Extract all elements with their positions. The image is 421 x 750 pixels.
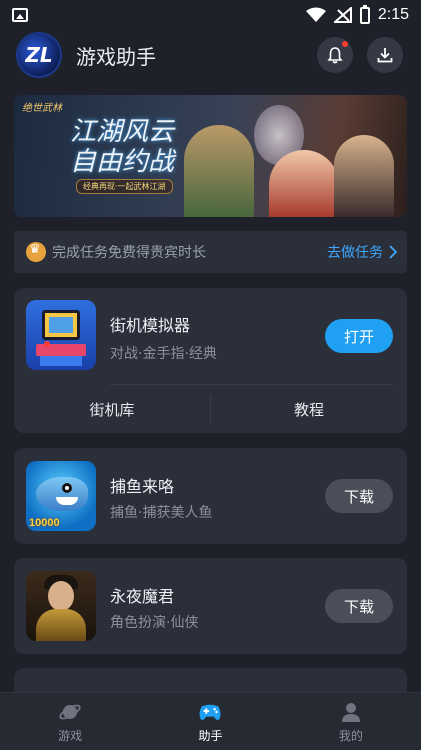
vip-task-bar[interactable]: 完成任务免费得贵宾时长 去做任务 xyxy=(14,231,407,273)
nav-label: 我的 xyxy=(338,729,363,743)
bell-icon xyxy=(327,47,343,64)
chevron-right-icon xyxy=(389,245,397,259)
signal-icon xyxy=(333,7,352,23)
tutorial-tab[interactable]: 教程 xyxy=(211,399,407,420)
app-logo: ZL xyxy=(18,34,60,76)
download-icon xyxy=(377,48,393,63)
downloads-button[interactable] xyxy=(367,37,403,73)
arcade-library-tab[interactable]: 街机库 xyxy=(14,399,210,420)
banner-character-4 xyxy=(334,135,394,217)
wifi-icon xyxy=(305,7,326,22)
bottom-navigation: 游戏 助手 我的 xyxy=(0,692,421,750)
do-task-link[interactable]: 去做任务 xyxy=(327,242,397,262)
banner-character-3 xyxy=(269,150,339,217)
image-notification-icon xyxy=(12,8,28,22)
app-tags: 对战·金手指·经典 xyxy=(110,346,217,362)
promo-banner[interactable]: 绝世武林 江湖风云 自由约战 经典再现·一起武林江湖 xyxy=(14,95,407,217)
fish-game-icon[interactable]: 10000 xyxy=(26,461,96,531)
banner-tag: 经典再现·一起武林江湖 xyxy=(76,179,173,194)
app-card-demon-lord: 永夜魔君 角色扮演·仙侠 下载 xyxy=(14,558,407,654)
banner-character-1 xyxy=(184,125,254,217)
download-button[interactable]: 下载 xyxy=(325,479,393,513)
app-tags: 捕鱼·捕获美人鱼 xyxy=(110,505,213,521)
app-header: ZL 游戏助手 xyxy=(0,30,421,80)
vip-crown-icon xyxy=(26,242,46,262)
clock: 2:15 xyxy=(377,6,409,23)
battery-icon xyxy=(359,4,370,24)
download-button[interactable]: 下载 xyxy=(325,589,393,623)
nav-games[interactable]: 游戏 xyxy=(0,693,140,750)
do-task-label: 去做任务 xyxy=(327,245,383,261)
app-name: 捕鱼来咯 xyxy=(110,477,175,496)
open-button[interactable]: 打开 xyxy=(325,319,393,353)
vip-task-text: 完成任务免费得贵宾时长 xyxy=(52,245,206,261)
app-name: 永夜魔君 xyxy=(110,587,175,606)
nav-assistant[interactable]: 助手 xyxy=(140,693,280,750)
person-icon xyxy=(341,703,360,722)
demon-lord-icon[interactable] xyxy=(26,571,96,641)
gamepad-icon xyxy=(200,704,221,720)
app-card-fishing: 10000 捕鱼来咯 捕鱼·捕获美人鱼 下载 xyxy=(14,448,407,544)
app-name: 街机模拟器 xyxy=(110,316,191,335)
arcade-machine-icon[interactable] xyxy=(26,300,96,370)
notification-dot xyxy=(342,41,348,47)
banner-subtitle: 绝世武林 xyxy=(22,103,62,114)
app-title: 游戏助手 xyxy=(76,44,156,69)
app-card-arcade: 街机模拟器 对战·金手指·经典 打开 街机库 教程 xyxy=(14,288,407,433)
notifications-button[interactable] xyxy=(317,37,353,73)
planet-icon xyxy=(59,704,81,720)
nav-label: 游戏 xyxy=(58,729,83,743)
app-tags: 角色扮演·仙侠 xyxy=(110,615,199,631)
nav-profile[interactable]: 我的 xyxy=(281,693,421,750)
fish-thumb-text: 10000 xyxy=(29,517,60,529)
nav-label: 助手 xyxy=(198,729,223,743)
status-bar: 2:15 xyxy=(0,0,421,30)
banner-headline: 江湖风云 自由约战 xyxy=(70,117,175,177)
